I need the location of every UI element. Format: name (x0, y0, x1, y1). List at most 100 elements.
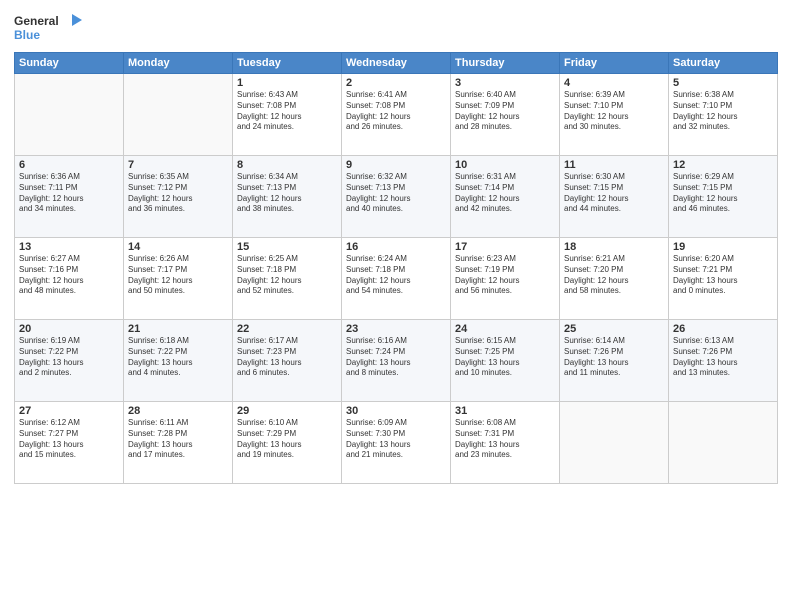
day-cell: 25Sunrise: 6:14 AM Sunset: 7:26 PM Dayli… (560, 320, 669, 402)
day-detail: Sunrise: 6:32 AM Sunset: 7:13 PM Dayligh… (346, 172, 446, 215)
day-number: 12 (673, 159, 773, 171)
day-detail: Sunrise: 6:16 AM Sunset: 7:24 PM Dayligh… (346, 336, 446, 379)
col-header-friday: Friday (560, 53, 669, 74)
day-number: 16 (346, 241, 446, 253)
day-cell: 22Sunrise: 6:17 AM Sunset: 7:23 PM Dayli… (233, 320, 342, 402)
day-cell: 14Sunrise: 6:26 AM Sunset: 7:17 PM Dayli… (124, 238, 233, 320)
day-cell: 4Sunrise: 6:39 AM Sunset: 7:10 PM Daylig… (560, 74, 669, 156)
day-cell: 29Sunrise: 6:10 AM Sunset: 7:29 PM Dayli… (233, 402, 342, 484)
day-number: 30 (346, 405, 446, 417)
svg-text:General: General (14, 14, 59, 28)
day-cell: 15Sunrise: 6:25 AM Sunset: 7:18 PM Dayli… (233, 238, 342, 320)
day-number: 5 (673, 77, 773, 89)
day-cell: 24Sunrise: 6:15 AM Sunset: 7:25 PM Dayli… (451, 320, 560, 402)
day-detail: Sunrise: 6:29 AM Sunset: 7:15 PM Dayligh… (673, 172, 773, 215)
day-cell: 17Sunrise: 6:23 AM Sunset: 7:19 PM Dayli… (451, 238, 560, 320)
day-number: 11 (564, 159, 664, 171)
day-cell: 20Sunrise: 6:19 AM Sunset: 7:22 PM Dayli… (15, 320, 124, 402)
day-cell: 30Sunrise: 6:09 AM Sunset: 7:30 PM Dayli… (342, 402, 451, 484)
day-detail: Sunrise: 6:31 AM Sunset: 7:14 PM Dayligh… (455, 172, 555, 215)
day-number: 18 (564, 241, 664, 253)
day-number: 4 (564, 77, 664, 89)
day-cell: 27Sunrise: 6:12 AM Sunset: 7:27 PM Dayli… (15, 402, 124, 484)
day-detail: Sunrise: 6:11 AM Sunset: 7:28 PM Dayligh… (128, 418, 228, 461)
day-cell: 21Sunrise: 6:18 AM Sunset: 7:22 PM Dayli… (124, 320, 233, 402)
day-cell: 13Sunrise: 6:27 AM Sunset: 7:16 PM Dayli… (15, 238, 124, 320)
day-number: 15 (237, 241, 337, 253)
week-row-5: 27Sunrise: 6:12 AM Sunset: 7:27 PM Dayli… (15, 402, 778, 484)
day-detail: Sunrise: 6:18 AM Sunset: 7:22 PM Dayligh… (128, 336, 228, 379)
day-cell (124, 74, 233, 156)
day-detail: Sunrise: 6:09 AM Sunset: 7:30 PM Dayligh… (346, 418, 446, 461)
day-cell: 5Sunrise: 6:38 AM Sunset: 7:10 PM Daylig… (669, 74, 778, 156)
page: General Blue SundayMondayTuesdayWednesda… (0, 0, 792, 612)
day-detail: Sunrise: 6:10 AM Sunset: 7:29 PM Dayligh… (237, 418, 337, 461)
day-number: 25 (564, 323, 664, 335)
day-cell: 9Sunrise: 6:32 AM Sunset: 7:13 PM Daylig… (342, 156, 451, 238)
day-cell: 18Sunrise: 6:21 AM Sunset: 7:20 PM Dayli… (560, 238, 669, 320)
week-row-4: 20Sunrise: 6:19 AM Sunset: 7:22 PM Dayli… (15, 320, 778, 402)
svg-text:Blue: Blue (14, 28, 40, 42)
col-header-wednesday: Wednesday (342, 53, 451, 74)
day-detail: Sunrise: 6:35 AM Sunset: 7:12 PM Dayligh… (128, 172, 228, 215)
day-detail: Sunrise: 6:40 AM Sunset: 7:09 PM Dayligh… (455, 90, 555, 133)
day-number: 13 (19, 241, 119, 253)
logo: General Blue (14, 10, 84, 46)
day-number: 31 (455, 405, 555, 417)
day-cell: 31Sunrise: 6:08 AM Sunset: 7:31 PM Dayli… (451, 402, 560, 484)
day-detail: Sunrise: 6:41 AM Sunset: 7:08 PM Dayligh… (346, 90, 446, 133)
day-cell: 12Sunrise: 6:29 AM Sunset: 7:15 PM Dayli… (669, 156, 778, 238)
day-cell: 19Sunrise: 6:20 AM Sunset: 7:21 PM Dayli… (669, 238, 778, 320)
day-detail: Sunrise: 6:36 AM Sunset: 7:11 PM Dayligh… (19, 172, 119, 215)
header-row: SundayMondayTuesdayWednesdayThursdayFrid… (15, 53, 778, 74)
week-row-1: 1Sunrise: 6:43 AM Sunset: 7:08 PM Daylig… (15, 74, 778, 156)
day-cell: 1Sunrise: 6:43 AM Sunset: 7:08 PM Daylig… (233, 74, 342, 156)
day-number: 24 (455, 323, 555, 335)
day-cell: 2Sunrise: 6:41 AM Sunset: 7:08 PM Daylig… (342, 74, 451, 156)
day-number: 8 (237, 159, 337, 171)
day-number: 1 (237, 77, 337, 89)
col-header-thursday: Thursday (451, 53, 560, 74)
day-detail: Sunrise: 6:23 AM Sunset: 7:19 PM Dayligh… (455, 254, 555, 297)
day-cell: 7Sunrise: 6:35 AM Sunset: 7:12 PM Daylig… (124, 156, 233, 238)
day-cell (669, 402, 778, 484)
day-number: 6 (19, 159, 119, 171)
day-detail: Sunrise: 6:34 AM Sunset: 7:13 PM Dayligh… (237, 172, 337, 215)
day-detail: Sunrise: 6:08 AM Sunset: 7:31 PM Dayligh… (455, 418, 555, 461)
day-number: 23 (346, 323, 446, 335)
day-detail: Sunrise: 6:25 AM Sunset: 7:18 PM Dayligh… (237, 254, 337, 297)
day-cell: 28Sunrise: 6:11 AM Sunset: 7:28 PM Dayli… (124, 402, 233, 484)
day-detail: Sunrise: 6:27 AM Sunset: 7:16 PM Dayligh… (19, 254, 119, 297)
day-detail: Sunrise: 6:43 AM Sunset: 7:08 PM Dayligh… (237, 90, 337, 133)
day-number: 9 (346, 159, 446, 171)
day-number: 26 (673, 323, 773, 335)
col-header-saturday: Saturday (669, 53, 778, 74)
day-number: 2 (346, 77, 446, 89)
day-number: 7 (128, 159, 228, 171)
day-detail: Sunrise: 6:17 AM Sunset: 7:23 PM Dayligh… (237, 336, 337, 379)
day-cell: 8Sunrise: 6:34 AM Sunset: 7:13 PM Daylig… (233, 156, 342, 238)
day-detail: Sunrise: 6:21 AM Sunset: 7:20 PM Dayligh… (564, 254, 664, 297)
day-number: 22 (237, 323, 337, 335)
day-cell: 3Sunrise: 6:40 AM Sunset: 7:09 PM Daylig… (451, 74, 560, 156)
day-number: 29 (237, 405, 337, 417)
day-cell (15, 74, 124, 156)
calendar-table: SundayMondayTuesdayWednesdayThursdayFrid… (14, 52, 778, 484)
day-detail: Sunrise: 6:26 AM Sunset: 7:17 PM Dayligh… (128, 254, 228, 297)
day-detail: Sunrise: 6:38 AM Sunset: 7:10 PM Dayligh… (673, 90, 773, 133)
day-detail: Sunrise: 6:24 AM Sunset: 7:18 PM Dayligh… (346, 254, 446, 297)
day-detail: Sunrise: 6:39 AM Sunset: 7:10 PM Dayligh… (564, 90, 664, 133)
day-number: 19 (673, 241, 773, 253)
header: General Blue (14, 10, 778, 46)
day-detail: Sunrise: 6:30 AM Sunset: 7:15 PM Dayligh… (564, 172, 664, 215)
col-header-monday: Monday (124, 53, 233, 74)
day-number: 3 (455, 77, 555, 89)
day-cell (560, 402, 669, 484)
col-header-tuesday: Tuesday (233, 53, 342, 74)
day-cell: 11Sunrise: 6:30 AM Sunset: 7:15 PM Dayli… (560, 156, 669, 238)
day-number: 27 (19, 405, 119, 417)
day-number: 14 (128, 241, 228, 253)
day-number: 20 (19, 323, 119, 335)
day-number: 17 (455, 241, 555, 253)
day-number: 28 (128, 405, 228, 417)
